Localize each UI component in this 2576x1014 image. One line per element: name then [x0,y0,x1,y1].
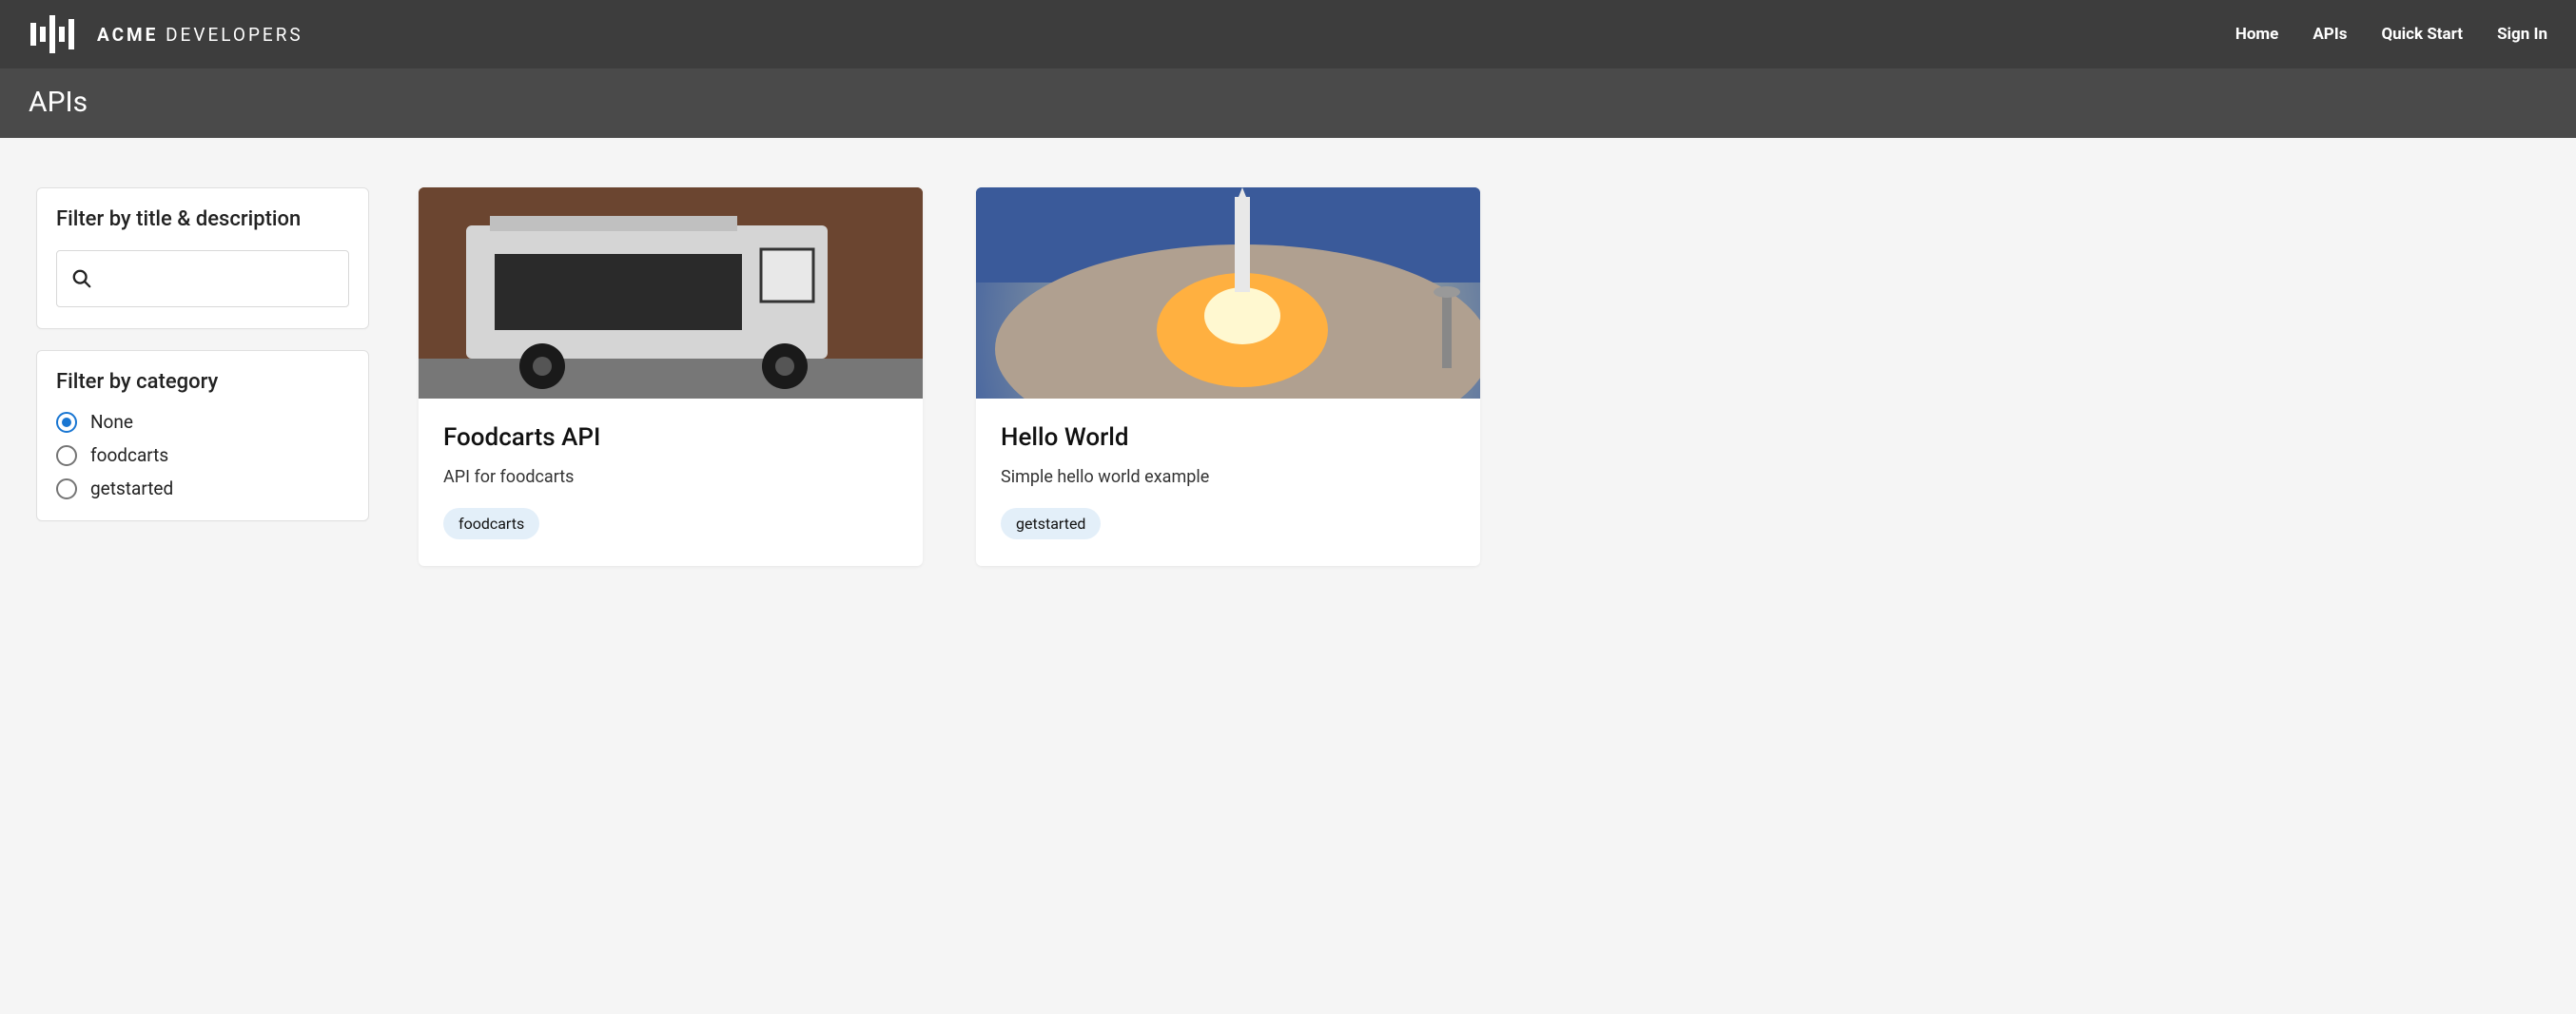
radio-icon [56,445,77,466]
radio-label: getstarted [90,478,173,499]
card-tag[interactable]: foodcarts [443,508,539,539]
main-nav: Home APIs Quick Start Sign In [2235,25,2547,44]
api-card-foodcarts[interactable]: Foodcarts API API for foodcarts foodcart… [419,187,923,566]
card-body: Hello World Simple hello world example g… [976,399,1480,566]
brand[interactable]: ACME DEVELOPERS [29,15,303,53]
card-body: Foodcarts API API for foodcarts foodcart… [419,399,923,566]
top-header: ACME DEVELOPERS Home APIs Quick Start Si… [0,0,2576,68]
filter-title-panel: Filter by title & description [36,187,369,329]
card-image [976,187,1480,399]
soundwave-icon [29,15,82,53]
card-image [419,187,923,399]
radio-icon [56,478,77,499]
category-radio-foodcarts[interactable]: foodcarts [56,444,349,466]
category-radio-getstarted[interactable]: getstarted [56,478,349,499]
card-title: Hello World [1001,423,1455,452]
card-grid: Foodcarts API API for foodcarts foodcart… [419,187,2540,566]
page-title: APIs [29,86,2547,119]
page-title-bar: APIs [0,68,2576,138]
brand-title: ACME DEVELOPERS [97,24,303,46]
nav-apis[interactable]: APIs [2313,25,2347,44]
sidebar: Filter by title & description Filter by … [36,187,369,521]
category-radio-none[interactable]: None [56,411,349,433]
category-radio-group: None foodcarts getstarted [56,411,349,499]
nav-quickstart[interactable]: Quick Start [2381,25,2463,44]
radio-icon [56,412,77,433]
card-title: Foodcarts API [443,423,898,452]
filter-title-heading: Filter by title & description [56,207,349,231]
radio-label: None [90,411,133,433]
nav-home[interactable]: Home [2235,25,2279,44]
card-description: API for foodcarts [443,467,898,487]
filter-category-heading: Filter by category [56,370,349,394]
card-description: Simple hello world example [1001,467,1455,487]
card-tag[interactable]: getstarted [1001,508,1101,539]
radio-label: foodcarts [90,444,168,466]
filter-category-panel: Filter by category None foodcarts getsta… [36,350,369,521]
search-input[interactable] [56,250,349,307]
search-box [56,250,349,307]
nav-signin[interactable]: Sign In [2497,25,2547,44]
api-card-helloworld[interactable]: Hello World Simple hello world example g… [976,187,1480,566]
main-content: Filter by title & description Filter by … [0,138,2576,615]
